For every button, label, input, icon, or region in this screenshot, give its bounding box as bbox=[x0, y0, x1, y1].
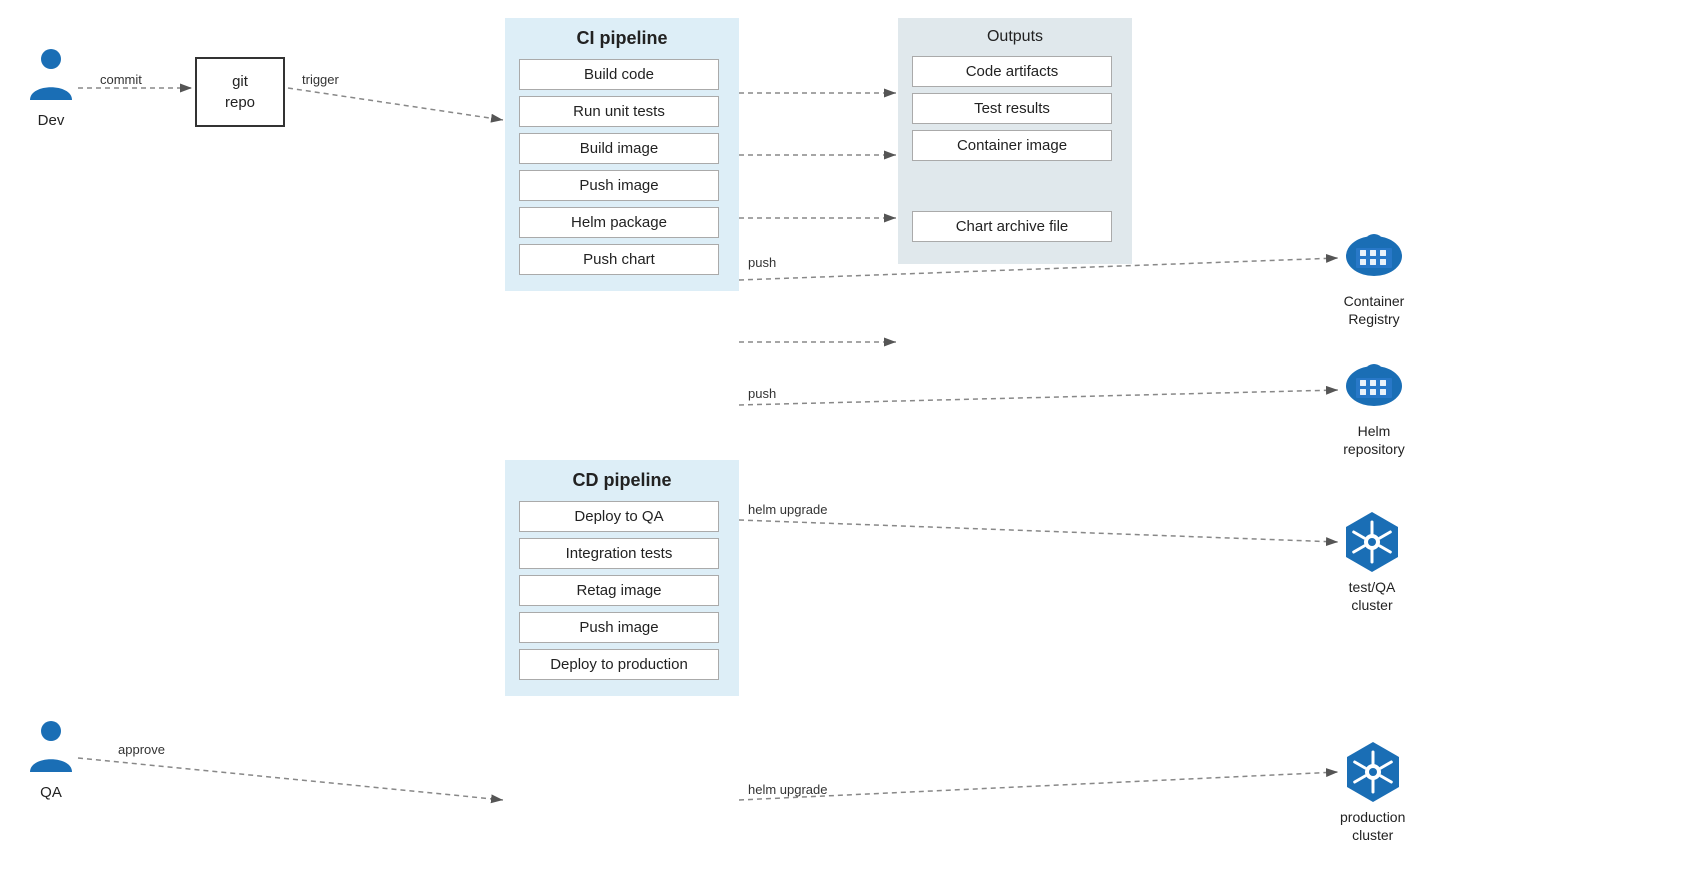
outputs-title: Outputs bbox=[912, 28, 1118, 46]
cd-step-deploy-production: Deploy to production bbox=[519, 649, 719, 680]
prod-cluster-label: productioncluster bbox=[1340, 808, 1405, 844]
ci-step-helm-package: Helm package bbox=[519, 207, 719, 238]
prod-cluster-icon bbox=[1341, 740, 1405, 804]
ci-step-push-chart: Push chart bbox=[519, 244, 719, 275]
trigger-label: trigger bbox=[302, 72, 339, 87]
helm-repo-icon bbox=[1342, 358, 1406, 418]
dev-person: Dev bbox=[28, 48, 74, 129]
cd-pipeline-title: CD pipeline bbox=[519, 470, 725, 491]
push-chart-arrow bbox=[739, 390, 1338, 405]
approve-label: approve bbox=[118, 742, 165, 757]
commit-label: commit bbox=[100, 72, 142, 87]
git-repo-box: gitrepo bbox=[195, 57, 285, 127]
qa-cluster-group: test/QAcluster bbox=[1340, 510, 1404, 614]
qa-person: QA bbox=[28, 720, 74, 801]
deploy-qa-arrow bbox=[739, 520, 1338, 542]
trigger-arrow bbox=[288, 88, 503, 120]
container-registry-label: ContainerRegistry bbox=[1344, 292, 1405, 328]
cd-step-deploy-qa: Deploy to QA bbox=[519, 501, 719, 532]
helm-upgrade-qa-label: helm upgrade bbox=[748, 502, 828, 517]
push-ci-label: push bbox=[748, 255, 776, 270]
cd-step-retag-image: Retag image bbox=[519, 575, 719, 606]
output-code-artifacts: Code artifacts bbox=[912, 56, 1112, 87]
ci-step-build-image: Build image bbox=[519, 133, 719, 164]
container-registry-icon bbox=[1342, 228, 1406, 288]
outputs-panel: Outputs Code artifacts Test results Cont… bbox=[898, 18, 1132, 264]
qa-cluster-label: test/QAcluster bbox=[1349, 578, 1396, 614]
cd-pipeline-panel: CD pipeline Deploy to QA Integration tes… bbox=[505, 460, 739, 696]
ci-step-run-unit-tests: Run unit tests bbox=[519, 96, 719, 127]
helm-upgrade-prod-label: helm upgrade bbox=[748, 782, 828, 797]
helm-repo-label: Helmrepository bbox=[1343, 422, 1404, 458]
output-container-image: Container image bbox=[912, 130, 1112, 161]
prod-cluster-group: productioncluster bbox=[1340, 740, 1405, 844]
container-registry-group: ContainerRegistry bbox=[1342, 228, 1406, 328]
ci-step-push-image: Push image bbox=[519, 170, 719, 201]
push-chart-label: push bbox=[748, 386, 776, 401]
ci-pipeline-title: CI pipeline bbox=[519, 28, 725, 49]
dev-icon bbox=[28, 48, 74, 108]
cd-step-integration-tests: Integration tests bbox=[519, 538, 719, 569]
ci-step-build-code: Build code bbox=[519, 59, 719, 90]
arrows-overlay bbox=[0, 0, 1708, 876]
helm-repo-group: Helmrepository bbox=[1342, 358, 1406, 458]
qa-icon bbox=[28, 720, 74, 780]
deploy-prod-arrow bbox=[739, 772, 1338, 800]
qa-label: QA bbox=[40, 784, 62, 801]
diagram: Dev QA gitrepo CI pipeline Build code Ru… bbox=[0, 0, 1708, 876]
approve-arrow bbox=[78, 758, 503, 800]
cd-step-push-image: Push image bbox=[519, 612, 719, 643]
ci-pipeline-panel: CI pipeline Build code Run unit tests Bu… bbox=[505, 18, 739, 291]
git-repo-label: gitrepo bbox=[225, 71, 255, 113]
output-test-results: Test results bbox=[912, 93, 1112, 124]
output-chart-archive: Chart archive file bbox=[912, 211, 1112, 242]
qa-cluster-icon bbox=[1340, 510, 1404, 574]
dev-label: Dev bbox=[38, 112, 65, 129]
